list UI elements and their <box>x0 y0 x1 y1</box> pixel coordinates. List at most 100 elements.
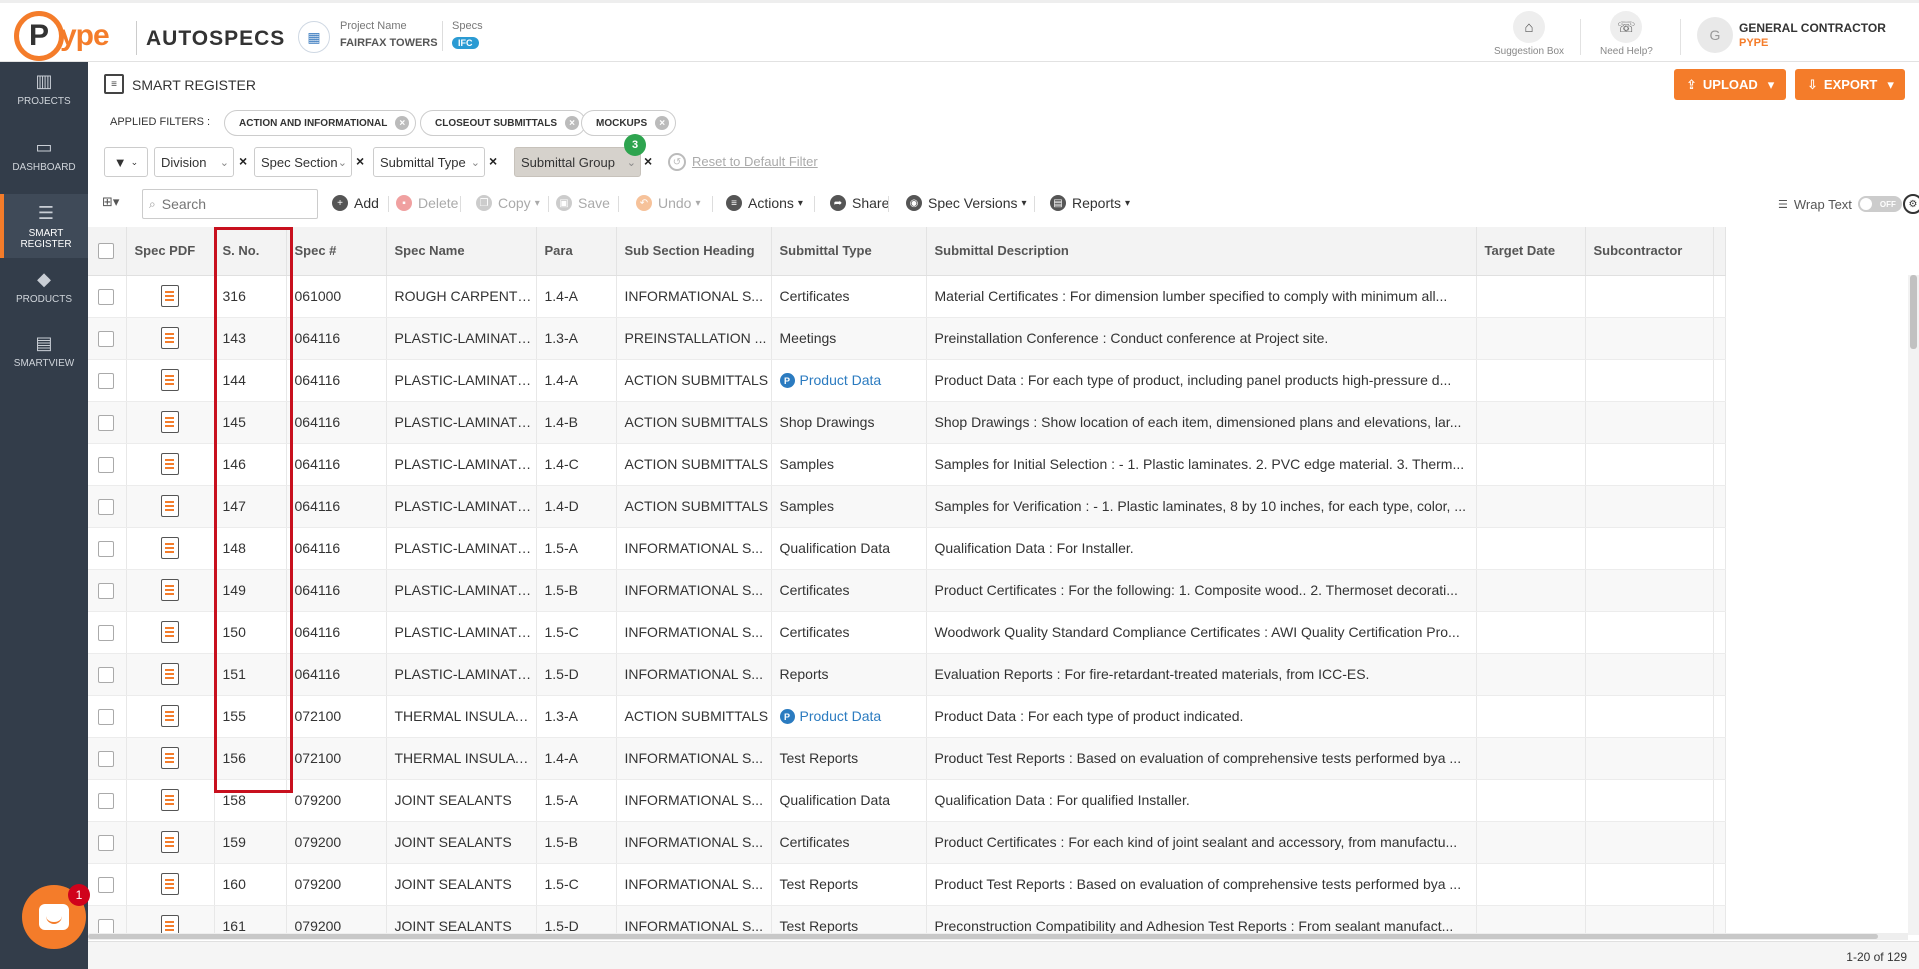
search-input[interactable] <box>161 196 302 212</box>
submittal-type-cell[interactable]: Certificates <box>771 275 927 318</box>
pdf-document-icon[interactable] <box>161 705 179 727</box>
table-row[interactable]: 316 061000 ROUGH CARPENTRY 1.4-A INFORMATION… <box>88 275 1726 318</box>
row-checkbox[interactable] <box>98 330 114 347</box>
serial-number-cell[interactable]: 156 <box>214 737 287 780</box>
close-icon[interactable]: × <box>395 116 410 130</box>
column-header[interactable]: Submittal Type <box>771 227 927 276</box>
gear-icon[interactable]: ⚙ <box>1903 194 1919 214</box>
spec-pdf-cell[interactable] <box>126 485 215 528</box>
row-checkbox[interactable] <box>98 624 114 641</box>
row-select-cell[interactable] <box>88 401 127 444</box>
table-row[interactable]: 161 079200 JOINT SEALANTS 1.5-D INFORMATIONA… <box>88 905 1726 934</box>
submittal-type-cell[interactable]: Qualification Data <box>771 527 927 570</box>
submittal-type-dropdown[interactable]: Submittal Type ⌄ <box>373 147 485 177</box>
serial-number-cell[interactable]: 143 <box>214 317 287 360</box>
subcontractor-cell[interactable] <box>1585 485 1714 528</box>
row-select-cell[interactable] <box>88 779 127 822</box>
sub-section-heading-cell[interactable]: INFORMATIONAL S... <box>616 527 772 570</box>
submittal-description-cell[interactable]: Product Data : For each type of product,… <box>926 359 1477 402</box>
spec-pdf-cell[interactable] <box>126 569 215 612</box>
table-row[interactable]: 156 072100 THERMAL INSULATI... 1.4-A INFORMA… <box>88 737 1726 780</box>
submittal-description-cell[interactable]: Product Certificates : For each kind of … <box>926 821 1477 864</box>
sub-section-heading-cell[interactable]: PREINSTALLATION ... <box>616 317 772 360</box>
column-header[interactable]: Para <box>536 227 617 276</box>
target-date-cell[interactable] <box>1476 527 1586 570</box>
save-button[interactable]: ▣ Save <box>556 195 610 211</box>
target-date-cell[interactable] <box>1476 485 1586 528</box>
subcontractor-cell[interactable] <box>1585 695 1714 738</box>
row-select-cell[interactable] <box>88 485 127 528</box>
target-date-cell[interactable] <box>1476 317 1586 360</box>
submittal-description-cell[interactable]: Material Certificates : For dimension lu… <box>926 275 1477 318</box>
column-header[interactable]: Submittal Description <box>926 227 1477 276</box>
submittal-type-cell[interactable]: Test Reports <box>771 737 927 780</box>
target-date-cell[interactable] <box>1476 695 1586 738</box>
subcontractor-cell[interactable] <box>1585 569 1714 612</box>
project-name-value[interactable]: FAIRFAX TOWERS <box>340 37 438 49</box>
product-data-link[interactable]: Product Data <box>800 372 882 388</box>
spec-number-cell[interactable]: 064116 <box>286 443 387 486</box>
specs-badge[interactable]: IFC <box>452 37 479 49</box>
row-select-cell[interactable] <box>88 653 127 696</box>
table-row[interactable]: 144 064116 PLASTIC-LAMINATE... 1.4-A ACTION … <box>88 359 1726 402</box>
pdf-document-icon[interactable] <box>161 453 179 475</box>
target-date-cell[interactable] <box>1476 611 1586 654</box>
pdf-document-icon[interactable] <box>161 411 179 433</box>
sidebar-item-dashboard[interactable]: ▭ DASHBOARD <box>0 128 88 192</box>
submittal-description-cell[interactable]: Product Certificates : For the following… <box>926 569 1477 612</box>
spec-pdf-cell[interactable] <box>126 359 215 402</box>
add-button[interactable]: + Add <box>332 195 379 211</box>
spec-pdf-cell[interactable] <box>126 611 215 654</box>
submittal-description-cell[interactable]: Samples for Verification : - 1. Plastic … <box>926 485 1477 528</box>
submittal-type-cell[interactable]: P Product Data <box>771 359 927 402</box>
row-select-cell[interactable] <box>88 443 127 486</box>
submittal-description-cell[interactable]: Product Test Reports : Based on evaluati… <box>926 737 1477 780</box>
row-checkbox[interactable] <box>98 750 114 767</box>
submittal-type-cell[interactable]: Samples <box>771 485 927 528</box>
column-header[interactable]: Sub Section Heading <box>616 227 772 276</box>
spec-pdf-cell[interactable] <box>126 779 215 822</box>
spec-name-cell[interactable]: THERMAL INSULATI... <box>386 695 537 738</box>
row-checkbox[interactable] <box>98 288 114 305</box>
reports-menu[interactable]: ▤ Reports ▾ <box>1050 195 1130 211</box>
sub-section-heading-cell[interactable]: INFORMATIONAL S... <box>616 569 772 612</box>
para-cell[interactable]: 1.5-B <box>536 821 617 864</box>
select-all-cell[interactable] <box>88 227 127 276</box>
pdf-document-icon[interactable] <box>161 663 179 685</box>
spec-name-cell[interactable]: JOINT SEALANTS <box>386 821 537 864</box>
building-icon[interactable]: ▦ <box>298 21 330 53</box>
submittal-description-cell[interactable]: Product Test Reports : Based on evaluati… <box>926 863 1477 906</box>
para-cell[interactable]: 1.5-B <box>536 569 617 612</box>
spec-number-cell[interactable]: 072100 <box>286 737 387 780</box>
subcontractor-cell[interactable] <box>1585 527 1714 570</box>
serial-number-cell[interactable]: 150 <box>214 611 287 654</box>
export-button[interactable]: ⇩ EXPORT ▾ <box>1795 69 1905 100</box>
subcontractor-cell[interactable] <box>1585 821 1714 864</box>
spec-name-cell[interactable]: PLASTIC-LAMINATE... <box>386 317 537 360</box>
subcontractor-cell[interactable] <box>1585 653 1714 696</box>
target-date-cell[interactable] <box>1476 653 1586 696</box>
submittal-description-cell[interactable]: Woodwork Quality Standard Compliance Cer… <box>926 611 1477 654</box>
select-all-checkbox[interactable] <box>98 243 114 260</box>
target-date-cell[interactable] <box>1476 359 1586 402</box>
serial-number-cell[interactable]: 147 <box>214 485 287 528</box>
filter-menu-button[interactable]: ▼ ⌄ <box>104 147 148 177</box>
pdf-document-icon[interactable] <box>161 915 179 934</box>
subcontractor-cell[interactable] <box>1585 737 1714 780</box>
para-cell[interactable]: 1.4-A <box>536 359 617 402</box>
para-cell[interactable]: 1.3-A <box>536 695 617 738</box>
spec-number-cell[interactable]: 064116 <box>286 611 387 654</box>
para-cell[interactable]: 1.4-A <box>536 737 617 780</box>
target-date-cell[interactable] <box>1476 443 1586 486</box>
column-header[interactable]: Subcontractor <box>1585 227 1714 276</box>
table-row[interactable]: 158 079200 JOINT SEALANTS 1.5-A INFORMATIONA… <box>88 779 1726 822</box>
submittal-description-cell[interactable]: Product Data : For each type of product … <box>926 695 1477 738</box>
spec-pdf-cell[interactable] <box>126 317 215 360</box>
serial-number-cell[interactable]: 144 <box>214 359 287 402</box>
submittal-type-cell[interactable]: Shop Drawings <box>771 401 927 444</box>
target-date-cell[interactable] <box>1476 863 1586 906</box>
spec-pdf-cell[interactable] <box>126 695 215 738</box>
spec-number-cell[interactable]: 064116 <box>286 401 387 444</box>
spec-name-cell[interactable]: JOINT SEALANTS <box>386 863 537 906</box>
spec-number-cell[interactable]: 064116 <box>286 569 387 612</box>
